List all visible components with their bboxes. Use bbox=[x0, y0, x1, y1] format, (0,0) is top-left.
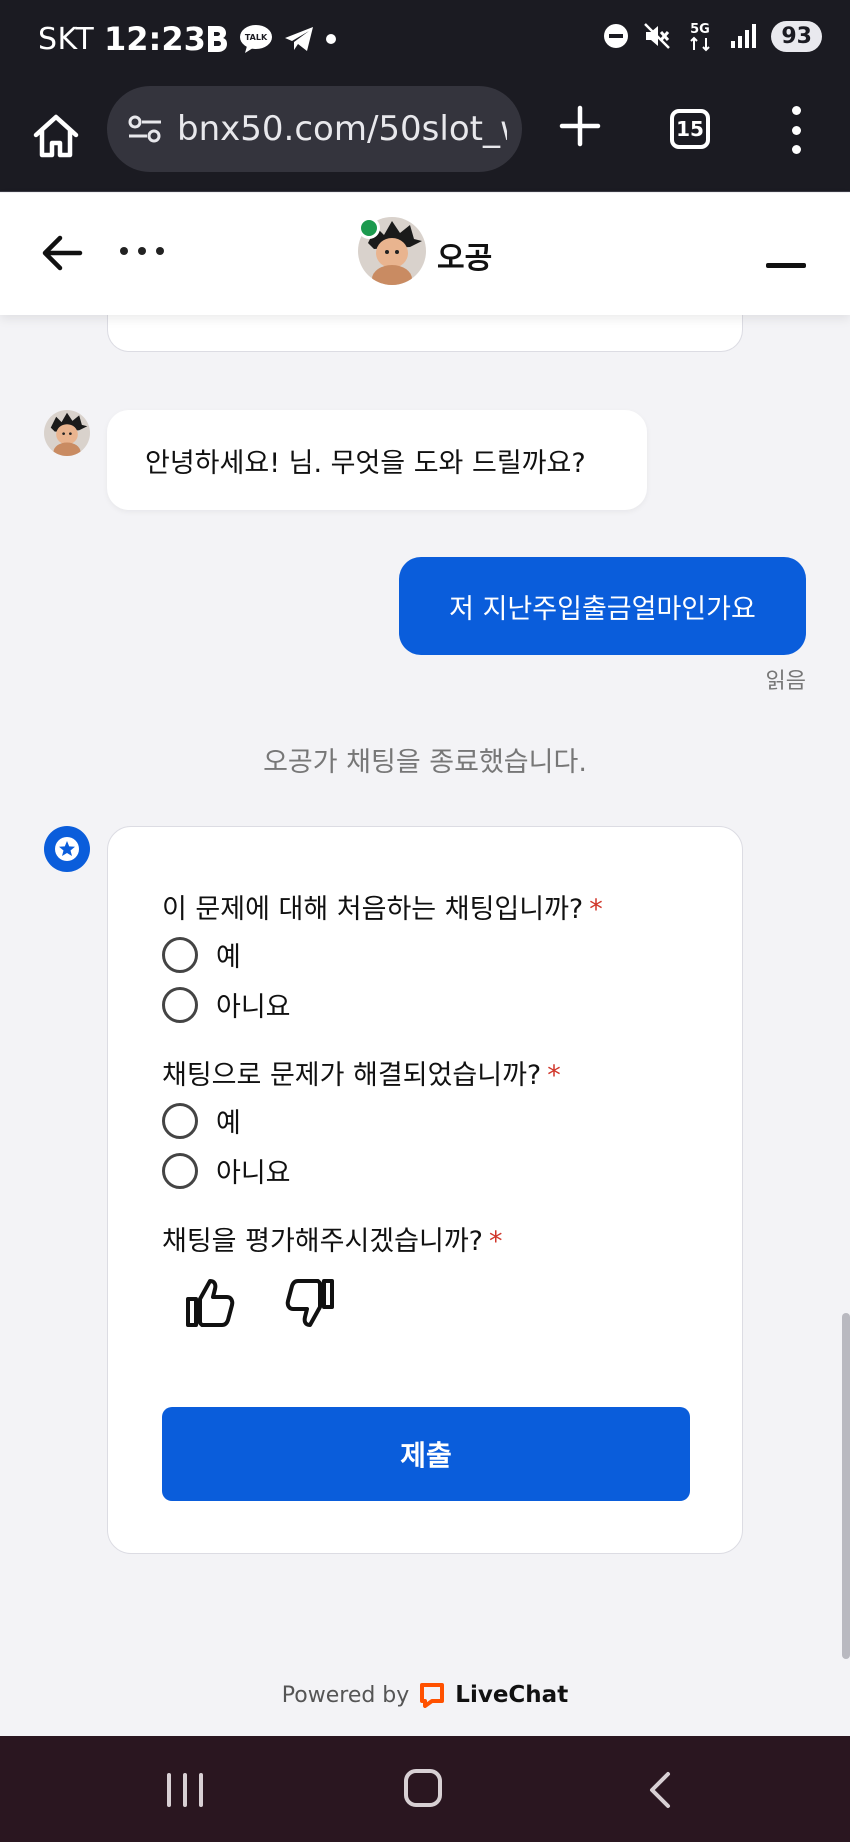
system-navigation-bar bbox=[0, 1736, 850, 1842]
minimize-button[interactable] bbox=[766, 263, 806, 268]
svg-text:5G: 5G bbox=[691, 22, 711, 37]
livechat-brand: LiveChat bbox=[455, 1682, 569, 1708]
survey-star-icon bbox=[44, 826, 90, 872]
status-bar: SKT 12:23 TALK 5G 93 bbox=[0, 0, 850, 80]
thumbs-down-icon[interactable] bbox=[282, 1275, 338, 1331]
dnd-icon bbox=[604, 24, 629, 48]
question-resolved: 채팅으로 문제가 해결되었습니까? * bbox=[162, 1060, 561, 1091]
back-nav-button[interactable] bbox=[642, 1770, 678, 1810]
mute-icon bbox=[644, 23, 671, 49]
radio-button[interactable] bbox=[162, 1152, 198, 1189]
tab-switcher-button[interactable]: 15 bbox=[670, 109, 710, 149]
system-icons: 5G 93 bbox=[603, 20, 822, 52]
browser-toolbar: bnx50.com/50slot_w 15 bbox=[0, 80, 850, 192]
back-arrow-icon[interactable] bbox=[38, 229, 86, 277]
more-options-button[interactable] bbox=[120, 247, 164, 255]
dot-icon bbox=[326, 34, 336, 44]
site-settings-button[interactable] bbox=[123, 107, 167, 151]
agent-message: 안녕하세요! 님. 무엇을 도와 드릴까요? bbox=[107, 410, 647, 510]
powered-by-footer[interactable]: Powered by LiveChat bbox=[0, 1682, 850, 1708]
user-message: 저 지난주입출금얼마인가요 bbox=[399, 557, 806, 655]
telegram-icon bbox=[285, 27, 313, 51]
chat-header: 오공 bbox=[0, 193, 850, 315]
b-icon bbox=[208, 26, 227, 52]
signal-icon bbox=[731, 24, 757, 48]
survey-form: 이 문제에 대해 처음하는 채팅입니까? * 예 아니요 채팅으로 문제가 해결되… bbox=[107, 826, 743, 1554]
address-bar[interactable]: bnx50.com/50slot_w bbox=[107, 86, 522, 172]
url-text[interactable]: bnx50.com/50slot_w bbox=[177, 109, 507, 149]
talk-icon: TALK bbox=[240, 25, 272, 53]
agent-name: 오공 bbox=[437, 241, 493, 276]
tune-icon bbox=[128, 115, 161, 143]
option-q2-no[interactable]: 아니요 bbox=[162, 1151, 291, 1190]
notification-icons: TALK bbox=[205, 24, 337, 54]
agent-message-avatar bbox=[44, 410, 90, 456]
radio-button[interactable] bbox=[162, 1102, 198, 1139]
svg-text:TALK: TALK bbox=[245, 33, 268, 42]
home-nav-button[interactable] bbox=[404, 1769, 442, 1807]
clock: 12:23 bbox=[104, 20, 206, 58]
radio-button[interactable] bbox=[162, 986, 198, 1023]
network-5g-icon: 5G bbox=[691, 22, 711, 52]
chat-ended-notice: 오공가 채팅을 종료했습니다. bbox=[263, 747, 587, 778]
home-icon bbox=[33, 114, 79, 158]
browser-menu-button[interactable] bbox=[784, 106, 808, 154]
option-q1-yes[interactable]: 예 bbox=[162, 935, 241, 974]
carrier-label: SKT bbox=[38, 22, 95, 57]
question-rating: 채팅을 평가해주시겠습니까? * bbox=[162, 1226, 503, 1257]
option-q2-yes[interactable]: 예 bbox=[162, 1101, 241, 1140]
question-first-chat: 이 문제에 대해 처음하는 채팅입니까? * bbox=[162, 894, 603, 925]
livechat-logo-icon bbox=[420, 1683, 445, 1708]
powered-by-label: Powered by bbox=[281, 1682, 410, 1708]
thumbs-up-icon[interactable] bbox=[182, 1275, 238, 1331]
recent-apps-button[interactable] bbox=[167, 1773, 203, 1807]
new-tab-button[interactable] bbox=[556, 102, 604, 150]
scrollbar[interactable] bbox=[842, 1313, 850, 1659]
option-q1-no[interactable]: 아니요 bbox=[162, 985, 291, 1024]
home-button[interactable] bbox=[28, 108, 84, 164]
read-receipt: 읽음 bbox=[765, 669, 806, 694]
radio-button[interactable] bbox=[162, 936, 198, 973]
online-status-dot bbox=[358, 217, 380, 239]
submit-button[interactable]: 제출 bbox=[162, 1407, 690, 1501]
battery-indicator: 93 bbox=[771, 20, 822, 52]
